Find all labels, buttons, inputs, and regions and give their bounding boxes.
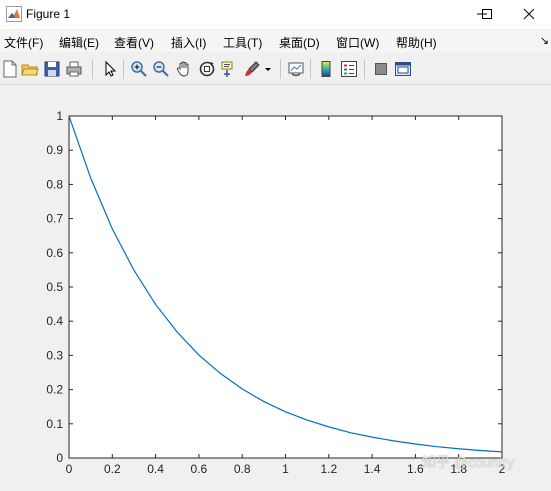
close-button[interactable] [508,0,551,29]
line-chart: 0 0.2 0.4 0.6 0.8 1 1.2 1.4 1.6 1.8 200.10.20.30.4… [46,109,505,476]
x-tick-label: 0.6 [191,462,208,476]
close-icon [523,8,535,20]
brush-icon[interactable] [243,60,261,78]
y-tick-label: 0 [56,451,63,465]
zoom-in-icon[interactable] [130,60,148,78]
x-tick-label: 1 [282,462,289,476]
menu-dock-arrow-icon[interactable]: ↘ [540,34,549,47]
menu-view[interactable]: 查看(V) [114,34,154,51]
watermark: 知乎 @country [422,454,515,470]
y-tick-label: 0.6 [46,246,63,260]
link-plot-icon[interactable] [287,60,305,78]
x-tick-label: 0 [66,462,73,476]
menu-bar: 文件(F) 编辑(E) 查看(V) 插入(I) 工具(T) 桌面(D) 窗口(W… [0,30,551,52]
x-tick-label: 0.8 [234,462,251,476]
x-tick-label: 1.2 [320,462,337,476]
zoom-out-icon[interactable] [152,60,170,78]
data-cursor-icon[interactable] [220,60,238,78]
pan-hand-icon[interactable] [175,60,193,78]
menu-edit[interactable]: 编辑(E) [59,34,99,51]
select-pointer-icon[interactable] [101,60,119,78]
maximize-icon [482,9,492,19]
new-figure-icon[interactable] [1,60,19,78]
x-tick-label: 1.4 [364,462,381,476]
menu-help[interactable]: 帮助(H) [396,34,437,51]
print-icon[interactable] [65,60,83,78]
y-tick-label: 1 [56,109,63,123]
insert-legend-icon[interactable] [340,60,358,78]
maximize-button[interactable] [466,0,512,29]
y-tick-label: 0.1 [46,417,63,431]
figure-canvas: 0 0.2 0.4 0.6 0.8 1 1.2 1.4 1.6 1.8 2 0 0.1 0.2 0.3 0.4… [0,85,551,488]
y-tick-label: 0.7 [46,212,63,226]
save-icon[interactable] [43,60,61,78]
plot-axes-box [68,115,503,459]
insert-colorbar-icon[interactable] [317,60,335,78]
y-tick-label: 0.2 [46,383,63,397]
window-title: Figure 1 [26,7,71,21]
x-tick-label: 0.4 [147,462,164,476]
y-tick-label: 0.5 [46,280,63,294]
y-tick-label: 0.8 [46,177,63,191]
y-tick-label: 0.4 [46,314,63,328]
menu-tools[interactable]: 工具(T) [223,34,262,51]
brush-dropdown-arrow-icon[interactable] [263,60,273,78]
menu-insert[interactable]: 插入(I) [171,34,206,51]
menu-desktop[interactable]: 桌面(D) [279,34,320,51]
hide-plot-tools-icon[interactable] [372,60,390,78]
x-tick-label: 0.2 [104,462,121,476]
rotate-3d-icon[interactable] [198,60,216,78]
matlab-logo-icon [6,6,22,22]
title-bar: Figure 1 [0,0,551,29]
menu-file[interactable]: 文件(F) [4,34,43,51]
y-tick-label: 0.9 [46,143,63,157]
figure-toolbar [0,54,551,85]
open-file-icon[interactable] [21,60,39,78]
menu-window[interactable]: 窗口(W) [336,34,379,51]
show-plot-tools-icon[interactable] [394,60,412,78]
y-tick-label: 0.3 [46,348,63,362]
